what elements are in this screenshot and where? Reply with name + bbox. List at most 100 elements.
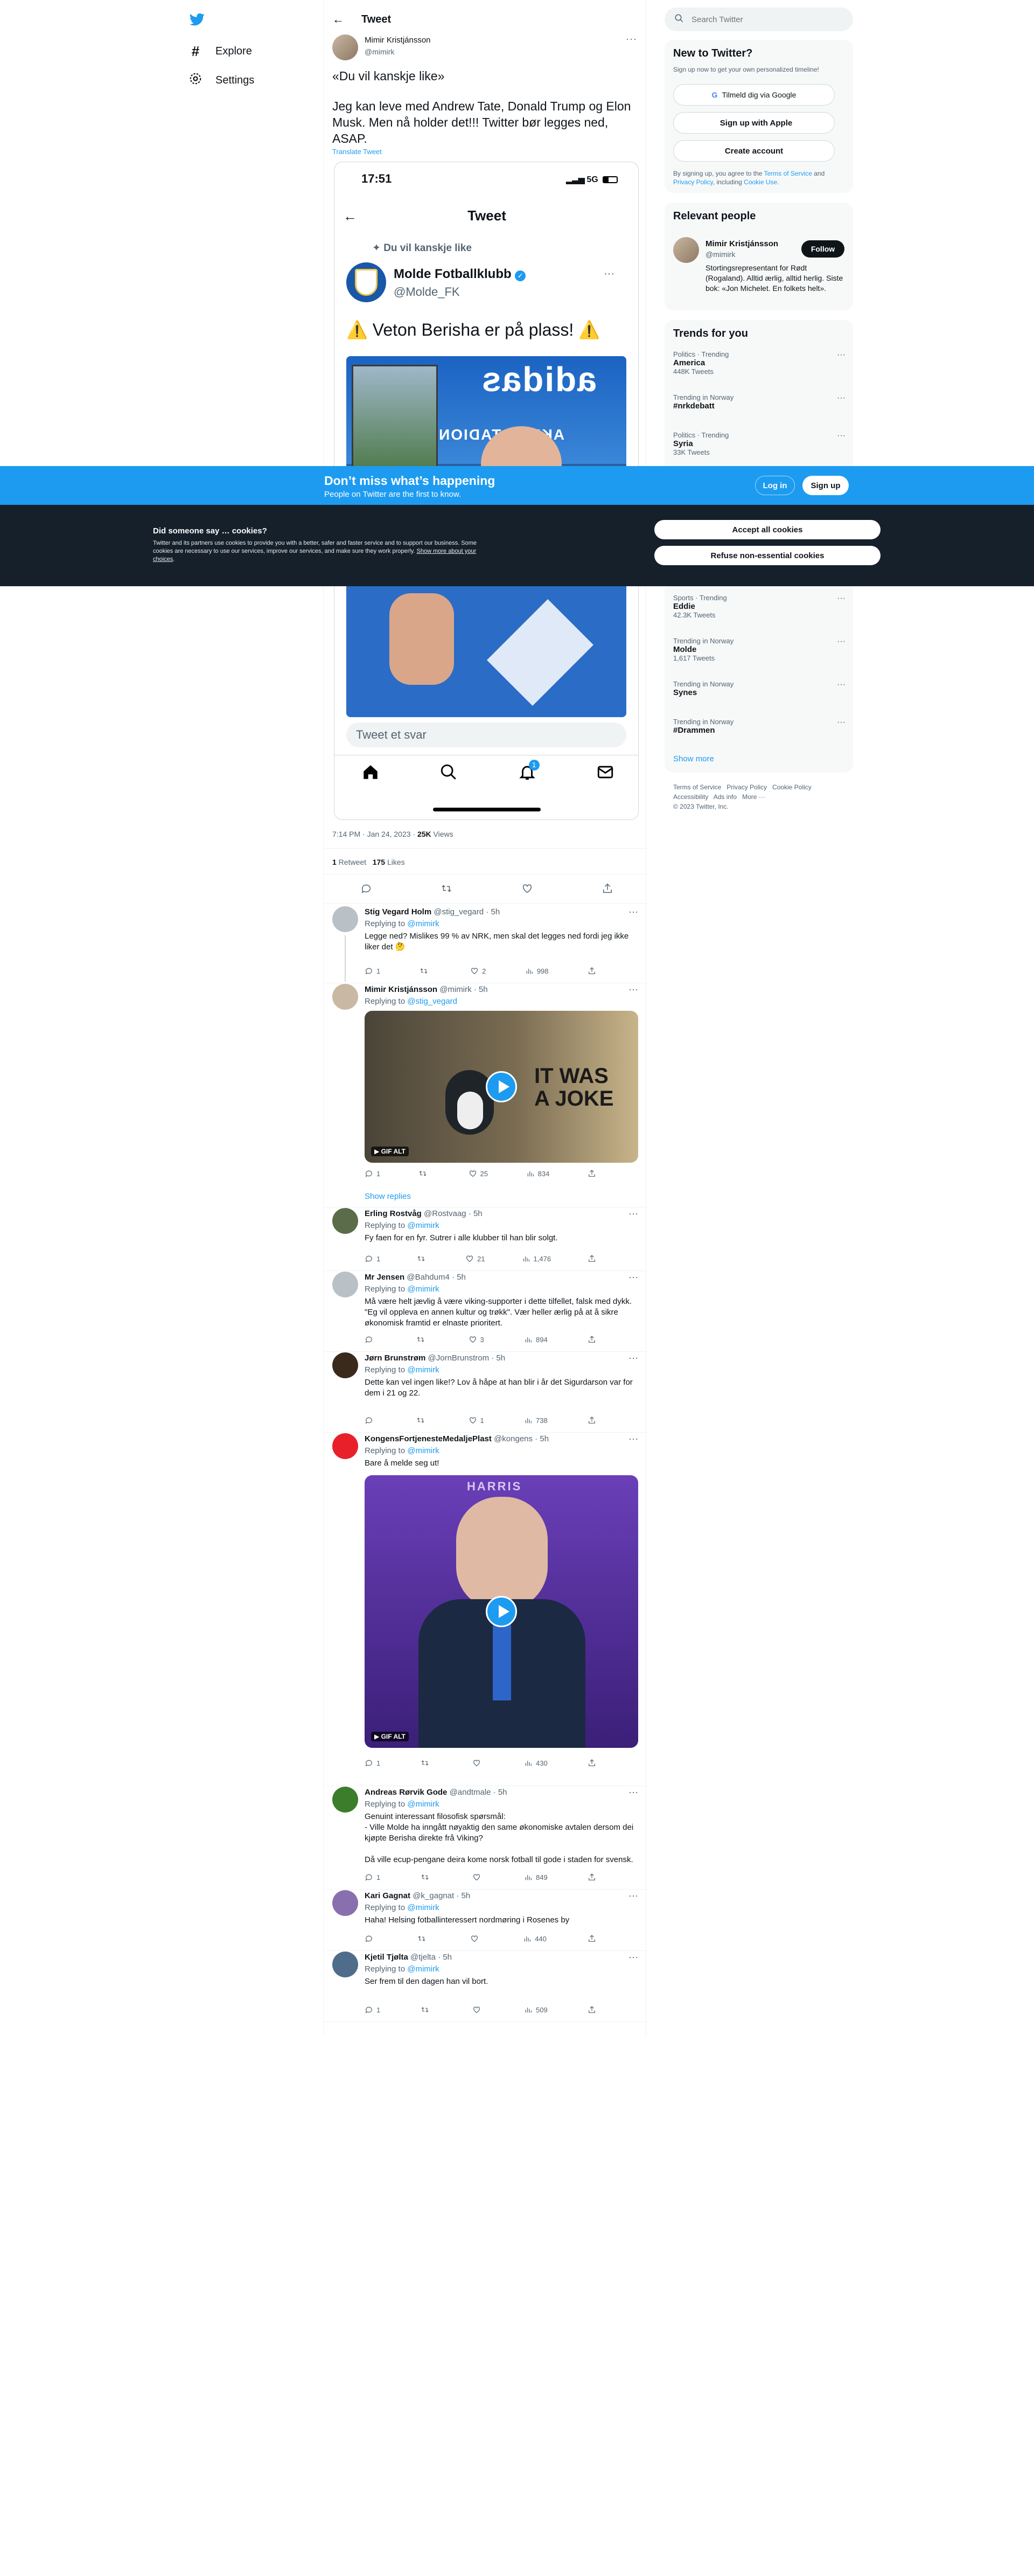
reply-like-action[interactable]: [472, 2005, 484, 2014]
retweet-label[interactable]: Retweet: [337, 858, 366, 866]
search-bar[interactable]: [665, 8, 853, 31]
footer-more[interactable]: More ···: [742, 793, 765, 801]
more-options-icon[interactable]: ···: [628, 984, 638, 995]
relevant-avatar[interactable]: [673, 237, 699, 263]
footer-privacy[interactable]: Privacy Policy: [726, 783, 767, 791]
alt-label[interactable]: ALT: [393, 1148, 405, 1155]
relevant-name[interactable]: Mimir Kristjánsson: [705, 239, 778, 248]
reply-author[interactable]: Mr Jensen: [365, 1273, 404, 1282]
reply-share-action[interactable]: [588, 1759, 596, 1767]
reply-retweet-action[interactable]: [417, 1934, 429, 1943]
more-options-icon[interactable]: ···: [837, 594, 846, 603]
reply-avatar[interactable]: [332, 1890, 358, 1916]
more-options-icon[interactable]: ···: [628, 1208, 638, 1219]
reply-avatar[interactable]: [332, 1352, 358, 1378]
retweet-icon[interactable]: [441, 883, 452, 897]
reply-views-action[interactable]: 834: [526, 1169, 549, 1178]
back-arrow-icon[interactable]: ←: [332, 12, 344, 26]
refuse-cookies-button[interactable]: Refuse non-essential cookies: [654, 546, 881, 565]
replying-to-handle[interactable]: @stig_vegard: [407, 997, 457, 1006]
trend-item[interactable]: Trending in Norway #nrkdebatt ···: [673, 393, 846, 411]
reply-handle[interactable]: @kongens · 5h: [494, 1434, 549, 1443]
reply-author[interactable]: Kjetil Tjølta: [365, 1953, 408, 1962]
reply-retweet-action[interactable]: [418, 1169, 430, 1178]
author-avatar[interactable]: [332, 34, 358, 60]
reply-tweet[interactable]: Stig Vegard Holm @stig_vegard · 5h ··· R…: [332, 906, 638, 983]
replying-to-handle[interactable]: @mimirk: [407, 1365, 439, 1374]
reply-author[interactable]: Jørn Brunstrøm: [365, 1353, 425, 1363]
reply-comment-action[interactable]: 1: [365, 1254, 380, 1263]
reply-author[interactable]: KongensFortjenesteMedaljePlast: [365, 1434, 492, 1443]
reply-handle[interactable]: @Rostvaag · 5h: [424, 1209, 483, 1218]
replying-to-handle[interactable]: @mimirk: [407, 1964, 439, 1974]
reply-comment-action[interactable]: 1: [365, 1169, 380, 1178]
reply-handle[interactable]: @tjelta · 5h: [410, 1953, 452, 1962]
trend-item[interactable]: Politics · Trending America 448K Tweets …: [673, 350, 846, 376]
replying-to-handle[interactable]: @mimirk: [407, 1221, 439, 1230]
reply-views-action[interactable]: 1,476: [522, 1254, 551, 1263]
reply-tweet[interactable]: Kari Gagnat @k_gagnat · 5h ··· Replying …: [332, 1890, 638, 1950]
reply-comment-action[interactable]: 1: [365, 2005, 380, 2014]
alt-label[interactable]: ALT: [393, 1733, 405, 1740]
reply-comment-action[interactable]: 1: [365, 967, 380, 975]
reply-handle[interactable]: @andtmale · 5h: [450, 1788, 507, 1797]
more-options-icon[interactable]: ···: [628, 1272, 638, 1283]
reply-gif[interactable]: HARRIS ▶ GIF ALT: [365, 1475, 638, 1748]
cookie-use-link[interactable]: Cookie Use: [744, 178, 777, 186]
privacy-link[interactable]: Privacy Policy: [673, 178, 713, 186]
reply-like-action[interactable]: 2: [470, 967, 486, 975]
relevant-handle[interactable]: @mimirk: [705, 250, 735, 259]
reply-tweet[interactable]: Andreas Rørvik Gode @andtmale · 5h ··· R…: [332, 1787, 638, 1889]
nav-settings[interactable]: Settings: [188, 72, 254, 89]
more-options-icon[interactable]: ···: [628, 1433, 638, 1445]
like-count[interactable]: 175: [373, 858, 385, 866]
reply-retweet-action[interactable]: [421, 1759, 432, 1767]
footer-terms[interactable]: Terms of Service: [673, 783, 721, 791]
reply-tweet[interactable]: Jørn Brunstrøm @JornBrunstrom · 5h ··· R…: [332, 1352, 638, 1432]
reply-views-action[interactable]: 738: [524, 1416, 548, 1425]
reply-icon[interactable]: [360, 883, 372, 897]
translate-link[interactable]: Translate Tweet: [332, 148, 382, 156]
more-options-icon[interactable]: ···: [837, 393, 846, 403]
share-icon[interactable]: [602, 883, 613, 897]
reply-views-action[interactable]: 849: [524, 1873, 548, 1881]
reply-retweet-action[interactable]: [417, 1254, 429, 1263]
reply-retweet-action[interactable]: [416, 1416, 428, 1425]
replying-to-handle[interactable]: @mimirk: [407, 1800, 439, 1809]
reply-handle[interactable]: @Bahdum4 · 5h: [407, 1273, 465, 1282]
reply-like-action[interactable]: 3: [469, 1335, 484, 1344]
twitter-logo-icon[interactable]: [188, 12, 206, 30]
reply-comment-action[interactable]: [365, 1416, 376, 1425]
reply-views-action[interactable]: 430: [524, 1759, 548, 1767]
trend-item[interactable]: Politics · Trending Syria 33K Tweets ···: [673, 431, 846, 456]
more-options-icon[interactable]: ···: [837, 718, 846, 727]
reply-comment-action[interactable]: 1: [365, 1873, 380, 1881]
more-options-icon[interactable]: ···: [628, 1787, 638, 1798]
login-button[interactable]: Log in: [755, 476, 795, 495]
more-options-icon[interactable]: ···: [837, 350, 846, 360]
reply-avatar[interactable]: [332, 1433, 358, 1459]
trend-item[interactable]: Trending in Norway #Drammen ···: [673, 718, 846, 735]
trend-item[interactable]: Trending in Norway Synes ···: [673, 680, 846, 697]
show-replies-link[interactable]: Show replies: [365, 1192, 411, 1201]
reply-tweet[interactable]: Kjetil Tjølta @tjelta · 5h ··· Replying …: [332, 1952, 638, 2022]
reply-views-action[interactable]: 440: [523, 1934, 547, 1943]
reply-share-action[interactable]: [588, 1416, 596, 1425]
replying-to-handle[interactable]: @mimirk: [407, 919, 439, 928]
reply-avatar[interactable]: [332, 1952, 358, 1977]
reply-comment-action[interactable]: 1: [365, 1759, 380, 1767]
reply-like-action[interactable]: [472, 1759, 484, 1767]
terms-link[interactable]: Terms of Service: [764, 170, 812, 177]
more-options-icon[interactable]: ···: [626, 33, 637, 45]
create-account-button[interactable]: Create account: [673, 140, 835, 162]
more-options-icon[interactable]: ···: [837, 431, 846, 441]
reply-tweet[interactable]: Mimir Kristjánsson @mimirk · 5h ··· Repl…: [332, 984, 638, 1207]
reply-comment-action[interactable]: [365, 1335, 376, 1344]
reply-retweet-action[interactable]: [420, 967, 431, 975]
google-signup-button[interactable]: G Tilmeld dig via Google: [673, 84, 835, 106]
reply-avatar[interactable]: [332, 906, 358, 932]
reply-share-action[interactable]: [588, 967, 596, 975]
trend-item[interactable]: Trending in Norway Molde 1,617 Tweets ··…: [673, 637, 846, 662]
more-options-icon[interactable]: ···: [628, 1890, 638, 1901]
reply-avatar[interactable]: [332, 984, 358, 1010]
